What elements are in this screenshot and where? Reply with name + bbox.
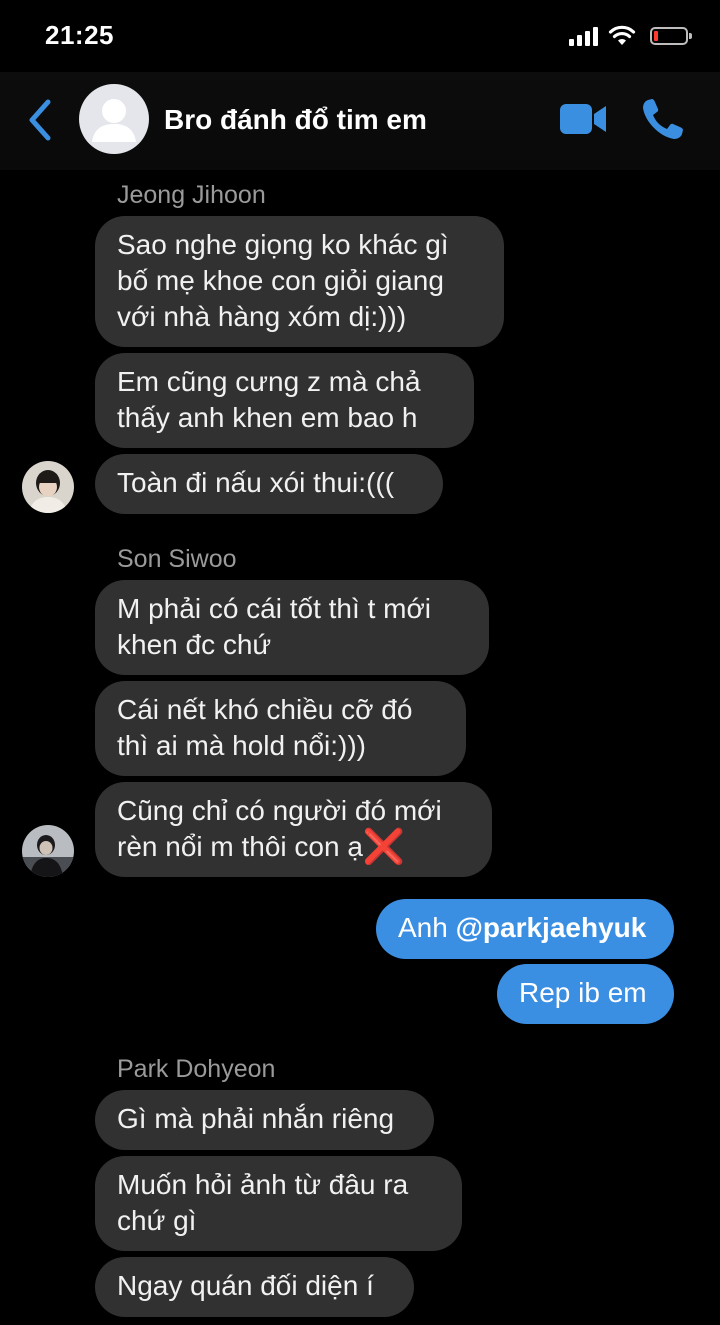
incoming-message-bubble[interactable]: Cũng chỉ có người đó mới rèn nổi m thôi … bbox=[95, 782, 492, 877]
message-text: rèn nổi m thôi con ạ bbox=[117, 831, 363, 862]
group-avatar[interactable] bbox=[79, 84, 149, 154]
incoming-message-bubble[interactable]: Toàn đi nấu xói thui:((( bbox=[95, 454, 443, 514]
message-line: Sao nghe giọng ko khác gì bbox=[117, 229, 449, 260]
video-call-icon[interactable] bbox=[557, 100, 609, 138]
sender-avatar-jeong-jihoon[interactable] bbox=[22, 461, 74, 513]
message-line: với nhà hàng xóm dị:))) bbox=[117, 301, 407, 332]
sender-name: Son Siwoo bbox=[117, 545, 237, 573]
cross-mark-emoji: ❌ bbox=[362, 828, 406, 866]
status-time: 21:25 bbox=[45, 20, 114, 50]
outgoing-message-bubble[interactable]: Anh @parkjaehyuk bbox=[376, 899, 674, 959]
incoming-message-bubble[interactable]: Ngay quán đối diện í bbox=[95, 1257, 414, 1317]
user-mention[interactable]: @parkjaehyuk bbox=[456, 912, 647, 943]
message-line: Cái nết khó chiều cỡ đó bbox=[117, 694, 413, 725]
wifi-icon bbox=[608, 25, 636, 45]
default-avatar-icon bbox=[92, 99, 136, 142]
message-line: rèn nổi m thôi con ạ❌ bbox=[117, 829, 470, 865]
incoming-message-bubble[interactable]: Em cũng cưng z mà chả thấy anh khen em b… bbox=[95, 353, 474, 448]
message-line: Gì mà phải nhắn riêng bbox=[117, 1103, 395, 1134]
message-line: Em cũng cưng z mà chả bbox=[117, 366, 421, 397]
sender-name: Park Dohyeon bbox=[117, 1055, 276, 1083]
back-chevron-icon[interactable] bbox=[22, 96, 62, 144]
message-line: Toàn đi nấu xói thui:((( bbox=[117, 467, 395, 498]
incoming-message-bubble[interactable]: Gì mà phải nhắn riêng bbox=[95, 1090, 434, 1150]
sender-name: Jeong Jihoon bbox=[117, 181, 266, 209]
status-icons bbox=[569, 22, 692, 50]
conversation-header: Bro đánh đổ tim em bbox=[0, 72, 720, 170]
message-text: Anh bbox=[398, 912, 448, 943]
message-line: Muốn hỏi ảnh từ đâu ra bbox=[117, 1169, 409, 1200]
incoming-message-bubble[interactable]: Sao nghe giọng ko khác gì bố mẹ khoe con… bbox=[95, 216, 504, 347]
sender-avatar-son-siwoo[interactable] bbox=[22, 825, 74, 877]
message-line: Ngay quán đối diện í bbox=[117, 1270, 374, 1301]
message-line: chứ gì bbox=[117, 1205, 197, 1236]
conversation-title[interactable]: Bro đánh đổ tim em bbox=[164, 104, 427, 136]
outgoing-message-bubble[interactable]: Rep ib em bbox=[497, 964, 674, 1024]
message-line: khen đc chứ bbox=[117, 629, 272, 660]
incoming-message-bubble[interactable]: M phải có cái tốt thì t mới khen đc chứ bbox=[95, 580, 489, 675]
message-line: Cũng chỉ có người đó mới bbox=[117, 795, 442, 826]
message-line: thì ai mà hold nổi:))) bbox=[117, 730, 366, 761]
incoming-message-bubble[interactable]: Cái nết khó chiều cỡ đó thì ai mà hold n… bbox=[95, 681, 466, 776]
battery-icon bbox=[650, 27, 692, 45]
phone-call-icon[interactable] bbox=[640, 96, 686, 142]
message-line: thấy anh khen em bao h bbox=[117, 402, 418, 433]
message-line: bố mẹ khoe con giỏi giang bbox=[117, 265, 444, 296]
incoming-message-bubble[interactable]: Muốn hỏi ảnh từ đâu ra chứ gì bbox=[95, 1156, 462, 1251]
cellular-signal-icon bbox=[569, 26, 598, 46]
message-text: Rep ib em bbox=[519, 977, 647, 1008]
message-line: M phải có cái tốt thì t mới bbox=[117, 593, 432, 624]
status-bar: 21:25 bbox=[0, 0, 720, 72]
